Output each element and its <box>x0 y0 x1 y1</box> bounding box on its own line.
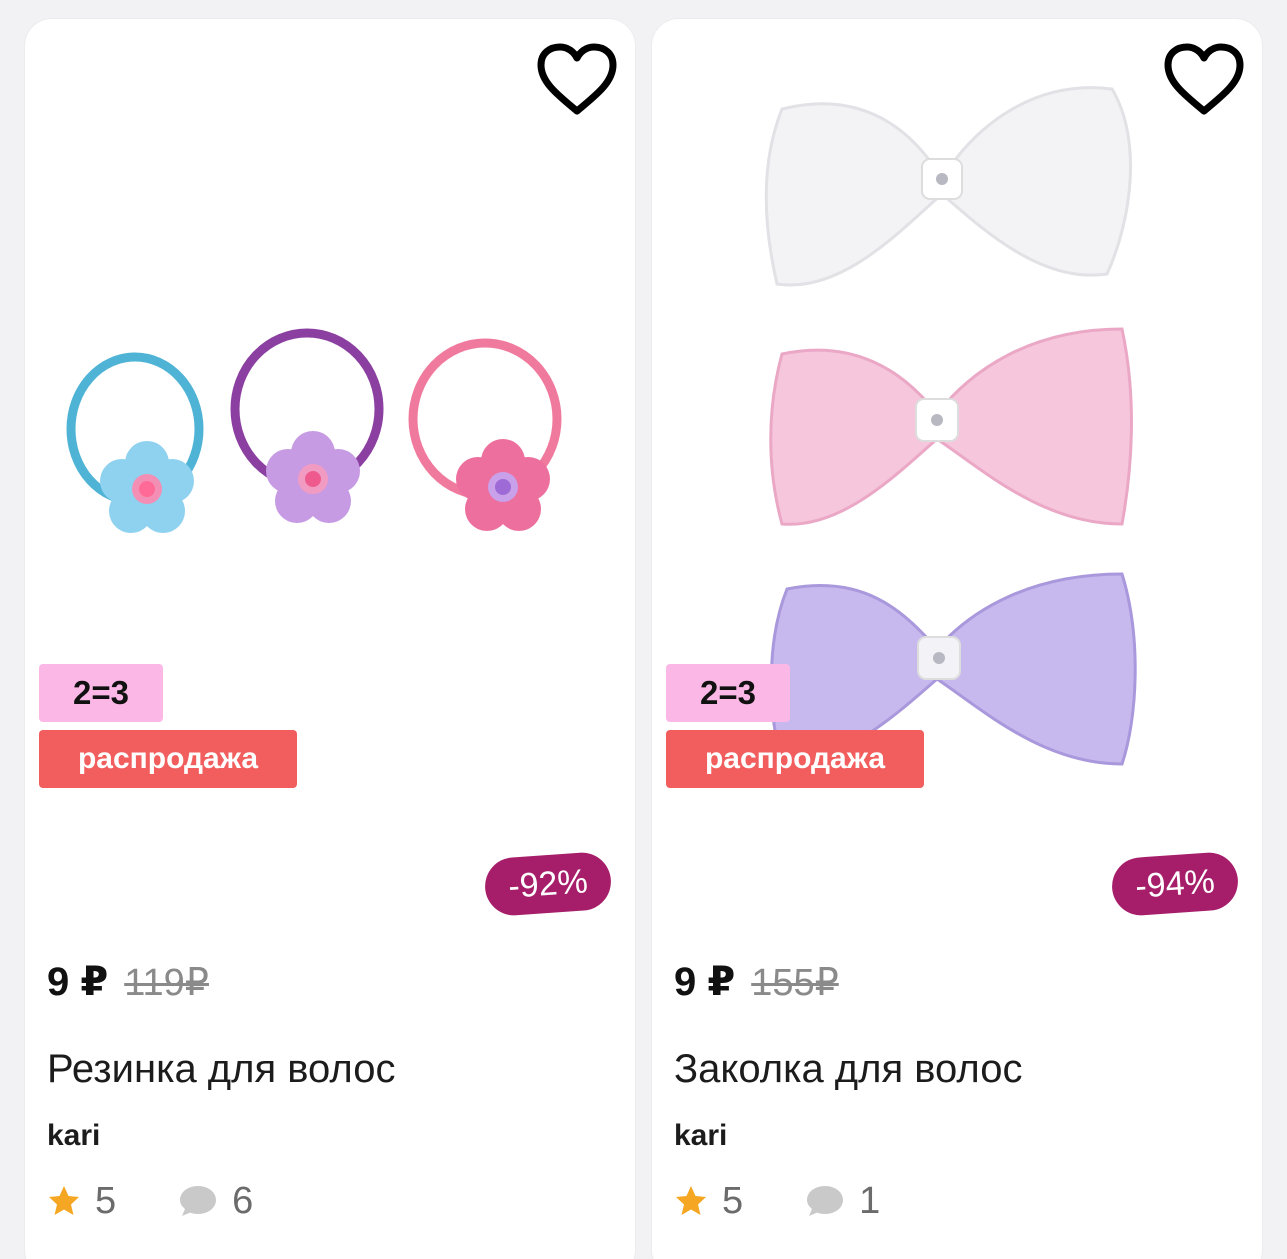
speech-bubble-icon <box>180 1186 217 1216</box>
sale-badge: распродажа <box>666 730 924 788</box>
promo-badge: 2=3 <box>666 664 790 722</box>
reviews-link[interactable]: 6 <box>178 1180 253 1223</box>
price-row: 9 ₽ 119₽ <box>47 959 209 1011</box>
reviews-count: 1 <box>859 1179 881 1222</box>
price-row: 9 ₽ 155₽ <box>674 959 839 1011</box>
product-brand: kari <box>674 1119 728 1152</box>
sale-badge: распродажа <box>39 730 297 788</box>
reviews-link[interactable]: 1 <box>805 1180 880 1223</box>
product-card[interactable]: 2=3 распродажа -94% 9 ₽ 155₽ Заколка для… <box>651 18 1263 1259</box>
current-price: 9 ₽ <box>674 960 736 1004</box>
product-card[interactable]: 2=3 распродажа -92% 9 ₽ 119₽ Резинка для… <box>24 18 636 1259</box>
discount-badge: -94% <box>1110 850 1240 918</box>
old-price: 119₽ <box>124 962 209 1004</box>
star-icon <box>49 1186 79 1215</box>
star-icon <box>676 1186 706 1215</box>
favorite-heart-icon[interactable] <box>535 41 619 117</box>
product-title[interactable]: Заколка для волос <box>674 1047 1022 1092</box>
product-image-hair-bows[interactable] <box>652 19 1262 949</box>
product-image-hair-ties[interactable] <box>25 19 635 949</box>
promo-badge: 2=3 <box>39 664 163 722</box>
rating-value: 5 <box>95 1179 117 1222</box>
reviews-count: 6 <box>232 1179 254 1222</box>
current-price: 9 ₽ <box>47 960 109 1004</box>
old-price: 155₽ <box>751 962 839 1004</box>
discount-badge: -92% <box>483 850 613 918</box>
product-meta: 5 1 <box>674 1179 880 1223</box>
favorite-heart-icon[interactable] <box>1162 41 1246 117</box>
product-title[interactable]: Резинка для волос <box>47 1047 395 1092</box>
product-brand: kari <box>47 1119 101 1152</box>
speech-bubble-icon <box>807 1186 844 1216</box>
product-meta: 5 6 <box>47 1179 253 1223</box>
rating-value: 5 <box>722 1179 744 1222</box>
